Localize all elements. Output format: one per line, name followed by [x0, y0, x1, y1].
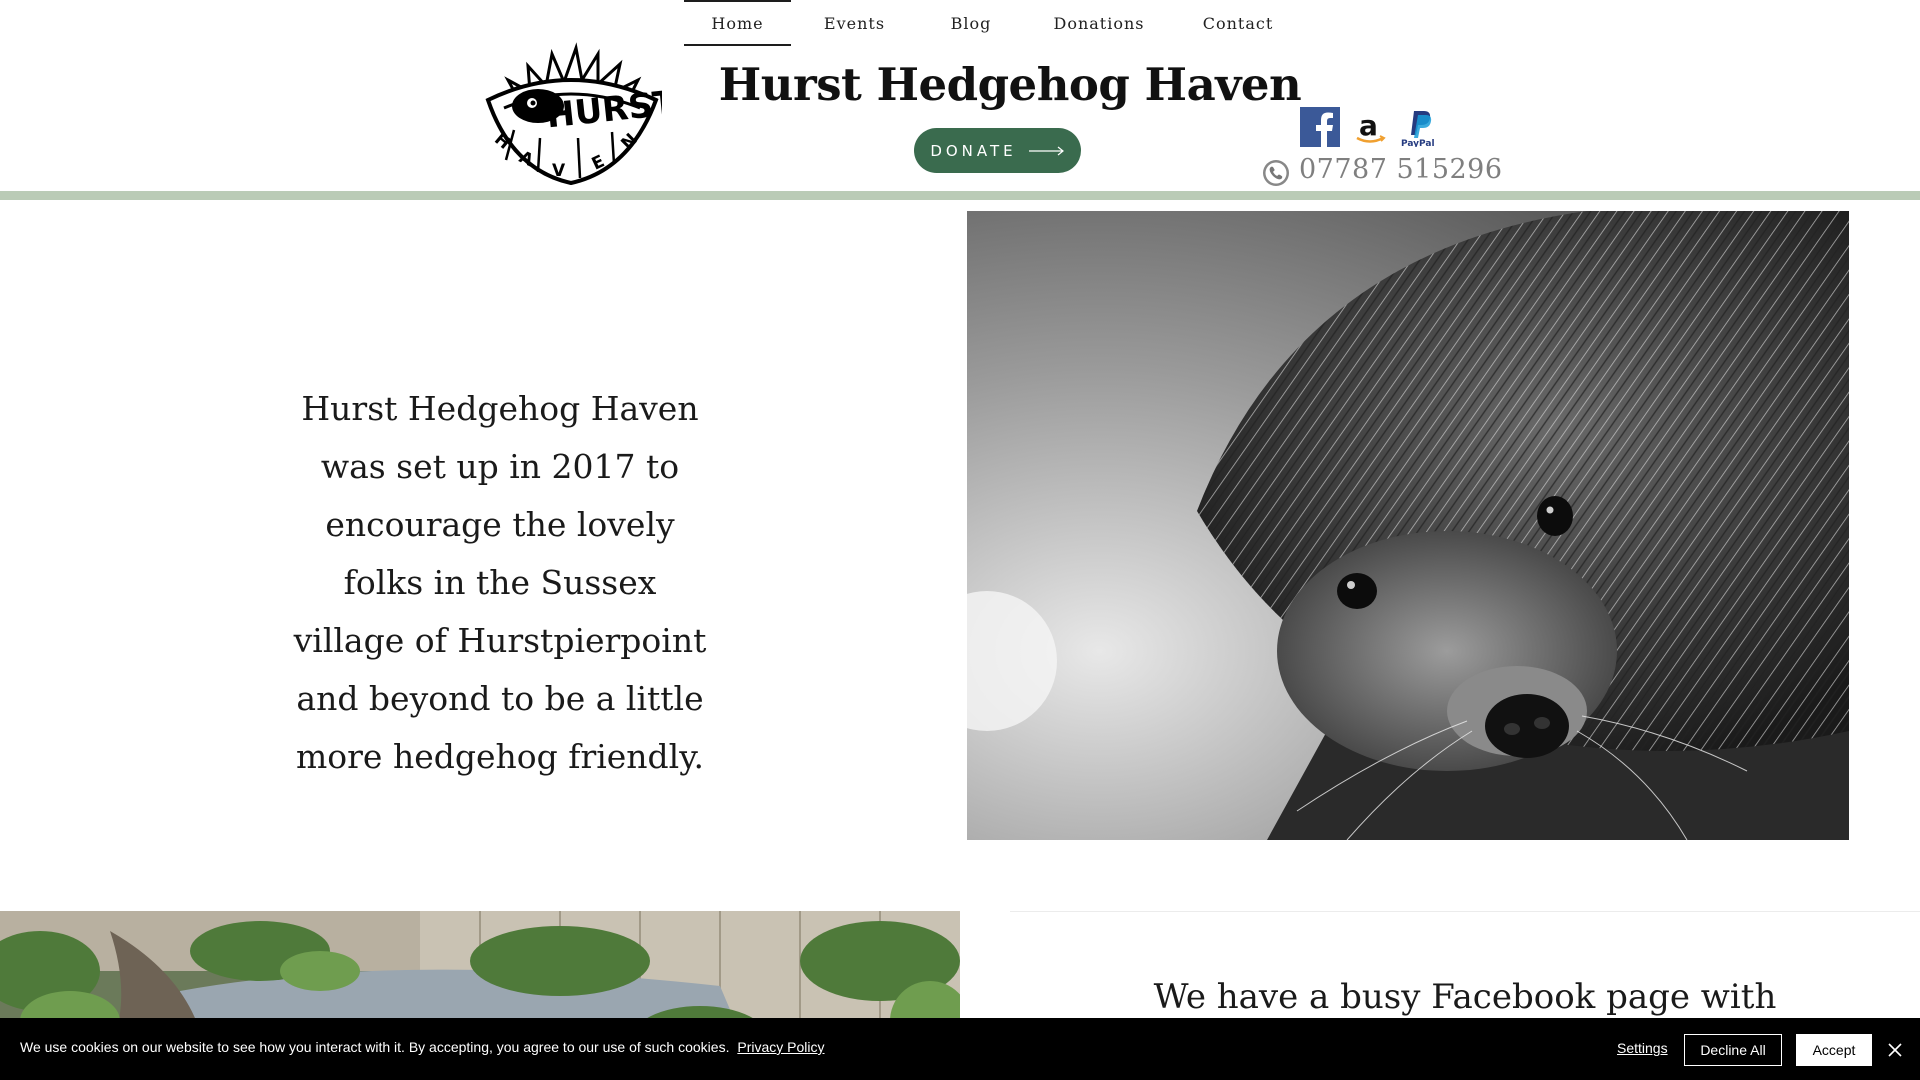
intro-text: Hurst Hedgehog Haven was set up in 2017 …	[293, 389, 707, 776]
hedgehog-photo	[967, 211, 1849, 840]
section-divider	[1010, 911, 1920, 912]
cookie-settings-link[interactable]: Settings	[1617, 1040, 1668, 1056]
cookie-message: We use cookies on our website to see how…	[20, 1039, 825, 1055]
hedgehog-logo-icon: HURST H A V E N	[485, 42, 679, 186]
donate-button[interactable]: DONATE	[914, 128, 1081, 173]
nav-item-home[interactable]: Home	[684, 0, 791, 46]
site-title: Hurst Hedgehog Haven	[718, 58, 1302, 111]
donate-label: DONATE	[930, 141, 1017, 160]
nav-item-contact[interactable]: Contact	[1174, 0, 1302, 46]
facebook-icon[interactable]	[1300, 107, 1340, 147]
privacy-policy-link[interactable]: Privacy Policy	[737, 1039, 824, 1055]
cookie-message-text: We use cookies on our website to see how…	[20, 1039, 730, 1055]
paypal-icon[interactable]: PayPal	[1398, 107, 1442, 147]
paypal-text: PayPal	[1401, 139, 1435, 147]
header-divider	[0, 191, 1920, 200]
site-logo[interactable]: HURST H A V E N	[480, 40, 679, 186]
amazon-icon[interactable]: a	[1350, 107, 1390, 147]
svg-text:a: a	[1359, 109, 1378, 142]
decline-all-button[interactable]: Decline All	[1684, 1034, 1782, 1066]
arrow-right-icon	[1028, 146, 1064, 155]
nav-item-donations[interactable]: Donations	[1024, 0, 1174, 46]
close-icon[interactable]	[1886, 1041, 1904, 1059]
svg-text:V: V	[552, 161, 566, 181]
cookie-banner: We use cookies on our website to see how…	[0, 1018, 1920, 1080]
nav-item-events[interactable]: Events	[791, 0, 918, 46]
main-nav: Home Events Blog Donations Contact	[684, 0, 1302, 46]
accept-button[interactable]: Accept	[1796, 1034, 1872, 1066]
nav-item-blog[interactable]: Blog	[918, 0, 1024, 46]
phone-number[interactable]: 07787 515296	[1299, 154, 1503, 185]
phone-icon	[1262, 159, 1290, 187]
